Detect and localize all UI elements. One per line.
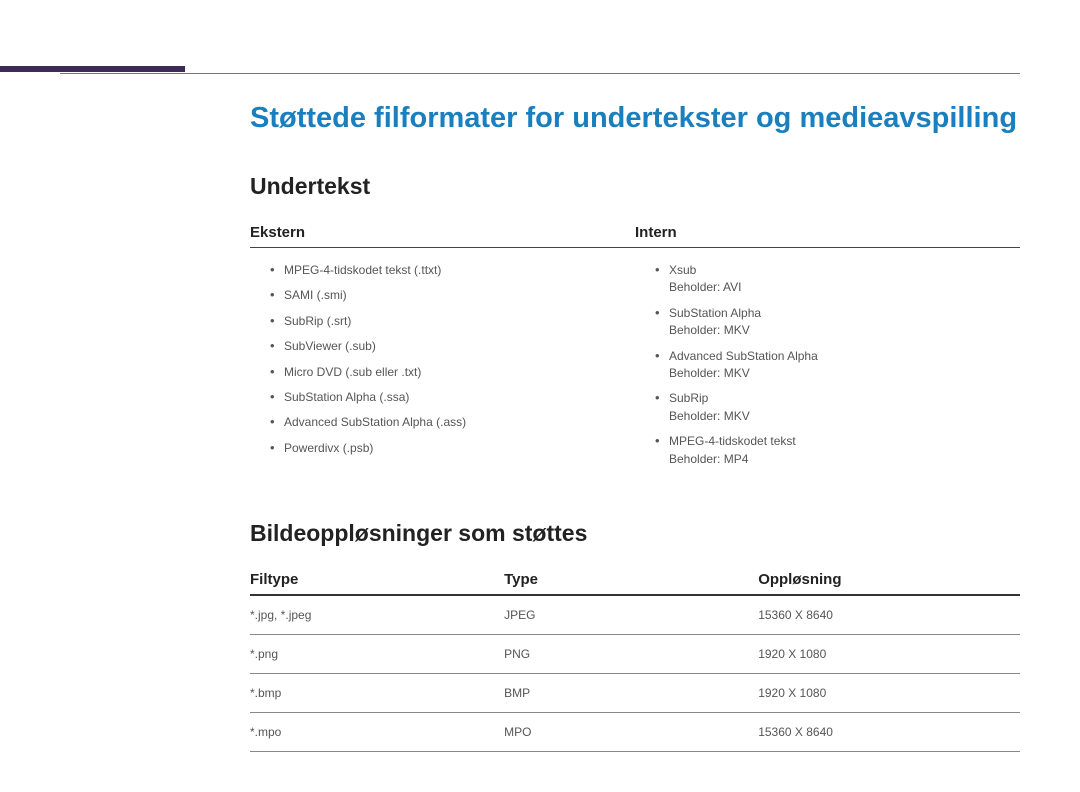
external-list: MPEG-4-tidskodet tekst (.ttxt) SAMI (.sm…: [250, 258, 635, 461]
col-internal-header: Intern: [635, 224, 1020, 248]
col-internal: Intern Xsub Beholder: AVI SubStation Alp…: [635, 224, 1020, 472]
list-item-label: Micro DVD (.sub eller .txt): [284, 365, 421, 379]
list-item-label: Powerdivx (.psb): [284, 441, 373, 455]
cell-resolution: 1920 X 1080: [758, 673, 1020, 712]
list-item-label: SubRip: [669, 391, 708, 405]
col-external-header: Ekstern: [250, 224, 635, 248]
list-item: SAMI (.smi): [270, 283, 635, 308]
list-item-label: Xsub: [669, 263, 696, 277]
list-item-sub: Beholder: MKV: [669, 365, 1020, 382]
cell-resolution: 1920 X 1080: [758, 634, 1020, 673]
list-item-label: Advanced SubStation Alpha: [669, 349, 818, 363]
list-item-label: SubStation Alpha: [669, 306, 761, 320]
list-item-label: SAMI (.smi): [284, 288, 347, 302]
th-resolution: Oppløsning: [758, 571, 1020, 595]
page-title: Støttede filformater for undertekster og…: [250, 102, 1020, 135]
table-row: *.bmp BMP 1920 X 1080: [250, 673, 1020, 712]
list-item: MPEG-4-tidskodet tekst Beholder: MP4: [655, 429, 1020, 472]
list-item-sub: Beholder: MP4: [669, 451, 1020, 468]
list-item: SubRip Beholder: MKV: [655, 386, 1020, 429]
accent-bar: [0, 66, 185, 72]
col-external: Ekstern MPEG-4-tidskodet tekst (.ttxt) S…: [250, 224, 635, 472]
table-row: *.mpo MPO 15360 X 8640: [250, 712, 1020, 751]
list-item: SubStation Alpha Beholder: MKV: [655, 301, 1020, 344]
cell-filetype: *.jpg, *.jpeg: [250, 595, 504, 635]
list-item: Advanced SubStation Alpha (.ass): [270, 410, 635, 435]
list-item: Micro DVD (.sub eller .txt): [270, 360, 635, 385]
cell-resolution: 15360 X 8640: [758, 595, 1020, 635]
list-item-label: Advanced SubStation Alpha (.ass): [284, 415, 466, 429]
list-item-label: SubRip (.srt): [284, 314, 351, 328]
th-filetype: Filtype: [250, 571, 504, 595]
cell-type: MPO: [504, 712, 758, 751]
cell-type: JPEG: [504, 595, 758, 635]
top-divider: [60, 73, 1020, 74]
cell-type: PNG: [504, 634, 758, 673]
content-area: Støttede filformater for undertekster og…: [250, 102, 1020, 752]
cell-resolution: 15360 X 8640: [758, 712, 1020, 751]
cell-filetype: *.mpo: [250, 712, 504, 751]
list-item-sub: Beholder: MKV: [669, 322, 1020, 339]
cell-filetype: *.bmp: [250, 673, 504, 712]
subtitle-columns: Ekstern MPEG-4-tidskodet tekst (.ttxt) S…: [250, 224, 1020, 472]
table-row: *.jpg, *.jpeg JPEG 15360 X 8640: [250, 595, 1020, 635]
table-header-row: Filtype Type Oppløsning: [250, 571, 1020, 595]
list-item: SubRip (.srt): [270, 309, 635, 334]
list-item-label: SubViewer (.sub): [284, 339, 376, 353]
page: Støttede filformater for undertekster og…: [0, 0, 1080, 792]
list-item: Advanced SubStation Alpha Beholder: MKV: [655, 344, 1020, 387]
list-item-sub: Beholder: AVI: [669, 279, 1020, 296]
cell-filetype: *.png: [250, 634, 504, 673]
list-item-sub: Beholder: MKV: [669, 408, 1020, 425]
list-item: SubViewer (.sub): [270, 334, 635, 359]
list-item-label: MPEG-4-tidskodet tekst (.ttxt): [284, 263, 441, 277]
section-subtitle-title: Undertekst: [250, 173, 1020, 200]
list-item: Powerdivx (.psb): [270, 436, 635, 461]
list-item: SubStation Alpha (.ssa): [270, 385, 635, 410]
list-item: Xsub Beholder: AVI: [655, 258, 1020, 301]
cell-type: BMP: [504, 673, 758, 712]
resolutions-table: Filtype Type Oppløsning *.jpg, *.jpeg JP…: [250, 571, 1020, 752]
list-item-label: MPEG-4-tidskodet tekst: [669, 434, 796, 448]
th-type: Type: [504, 571, 758, 595]
section-resolutions-title: Bildeoppløsninger som støttes: [250, 520, 1020, 547]
list-item-label: SubStation Alpha (.ssa): [284, 390, 409, 404]
list-item: MPEG-4-tidskodet tekst (.ttxt): [270, 258, 635, 283]
table-row: *.png PNG 1920 X 1080: [250, 634, 1020, 673]
internal-list: Xsub Beholder: AVI SubStation Alpha Beho…: [635, 258, 1020, 472]
